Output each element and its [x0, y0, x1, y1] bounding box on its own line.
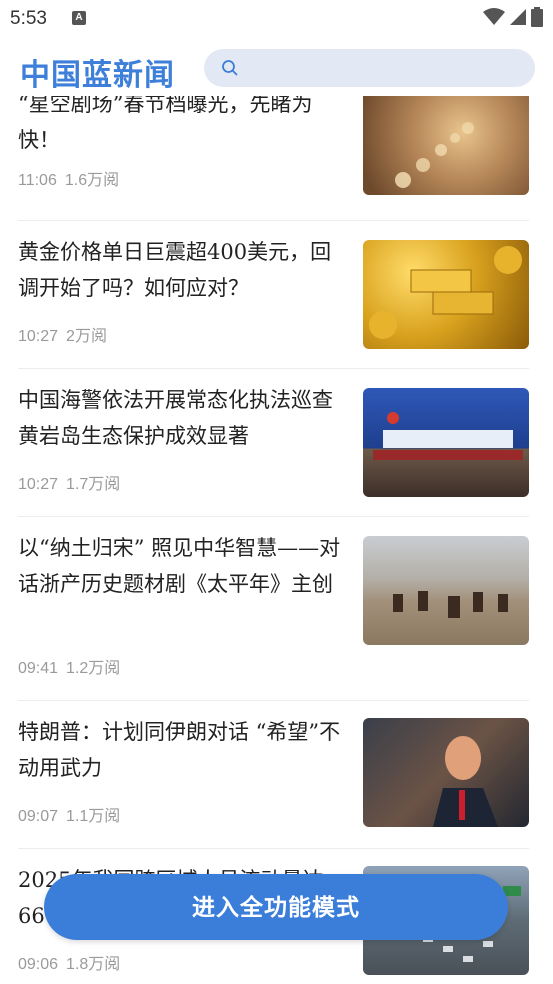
news-item[interactable]: 中国海警依法开展常态化执法巡查 黄岩岛生态保护成效显著 10:27 1.7万阅 — [18, 382, 529, 502]
news-title: 中国海警依法开展常态化执法巡查 黄岩岛生态保护成效显著 — [18, 388, 333, 448]
news-meta: 10:27 2万阅 — [18, 322, 107, 346]
news-views: 1.8万阅 — [66, 956, 121, 973]
news-meta: 09:07 1.1万阅 — [18, 802, 120, 826]
news-title: “星空剧场”春节档曝光，先睹为快！ — [18, 96, 313, 152]
press-conference-image — [373, 412, 523, 460]
divider — [18, 700, 529, 701]
status-icons — [483, 7, 543, 27]
news-views: 1.7万阅 — [66, 476, 121, 493]
divider — [18, 848, 529, 849]
news-thumbnail[interactable] — [363, 96, 529, 195]
news-feed[interactable]: “星空剧场”春节档曝光，先睹为快！ 11:06 1.6万阅 黄金价格单日巨震超40… — [0, 96, 553, 984]
battery-icon — [531, 7, 543, 27]
search-input[interactable] — [204, 49, 535, 87]
news-thumbnail[interactable] — [363, 536, 529, 645]
news-thumbnail[interactable] — [363, 240, 529, 349]
news-views: 1.6万阅 — [64, 172, 120, 189]
news-meta: 10:27 1.7万阅 — [18, 470, 120, 494]
news-views: 2万阅 — [66, 328, 107, 345]
status-bar: 5:53 A — [0, 0, 553, 36]
signal-icon — [510, 9, 526, 25]
news-item[interactable]: 特朗普：计划同伊朗对话 “希望”不动用武力 09:07 1.1万阅 — [18, 714, 529, 834]
news-thumbnail[interactable] — [363, 388, 529, 497]
news-time: 09:07 — [18, 808, 59, 825]
header: 中国蓝新闻 — [0, 44, 553, 94]
search-icon — [222, 60, 238, 76]
news-time: 09:06 — [18, 956, 59, 973]
news-time: 10:27 — [18, 476, 59, 493]
news-title: 特朗普：计划同伊朗对话 “希望”不动用武力 — [18, 720, 341, 780]
news-time: 11:06 — [18, 172, 57, 189]
news-time: 09:41 — [18, 660, 59, 677]
divider — [18, 516, 529, 517]
news-time: 10:27 — [18, 328, 59, 345]
moon-phases-image — [395, 122, 474, 188]
divider — [18, 368, 529, 369]
wifi-icon — [483, 8, 505, 25]
gold-bars-image — [369, 246, 522, 339]
status-time: 5:53 — [10, 8, 47, 29]
news-meta: 09:41 1.2万阅 — [18, 654, 120, 678]
news-item[interactable]: 以“纳土归宋” 照见中华智慧——对话浙产历史题材剧《太平年》主创 09:41 1.… — [18, 530, 529, 690]
notification-icon: A — [72, 11, 86, 25]
news-views: 1.2万阅 — [66, 660, 121, 677]
speaker-image — [433, 736, 498, 827]
news-item[interactable]: “星空剧场”春节档曝光，先睹为快！ 11:06 1.6万阅 — [18, 96, 529, 206]
news-thumbnail[interactable] — [363, 718, 529, 827]
news-meta: 09:06 1.8万阅 — [18, 950, 120, 974]
enter-full-mode-button[interactable]: 进入全功能模式 — [44, 874, 508, 940]
news-title: 黄金价格单日巨震超400美元，回调开始了吗？如何应对？ — [18, 240, 332, 300]
news-meta: 11:06 1.6万阅 — [18, 166, 119, 190]
news-title: 以“纳土归宋” 照见中华智慧——对话浙产历史题材剧《太平年》主创 — [18, 536, 341, 596]
cavalry-image — [393, 591, 508, 618]
news-views: 1.1万阅 — [66, 808, 121, 825]
app-logo[interactable]: 中国蓝新闻 — [20, 50, 175, 94]
news-item[interactable]: 黄金价格单日巨震超400美元，回调开始了吗？如何应对？ 10:27 2万阅 — [18, 234, 529, 354]
divider — [18, 220, 529, 221]
